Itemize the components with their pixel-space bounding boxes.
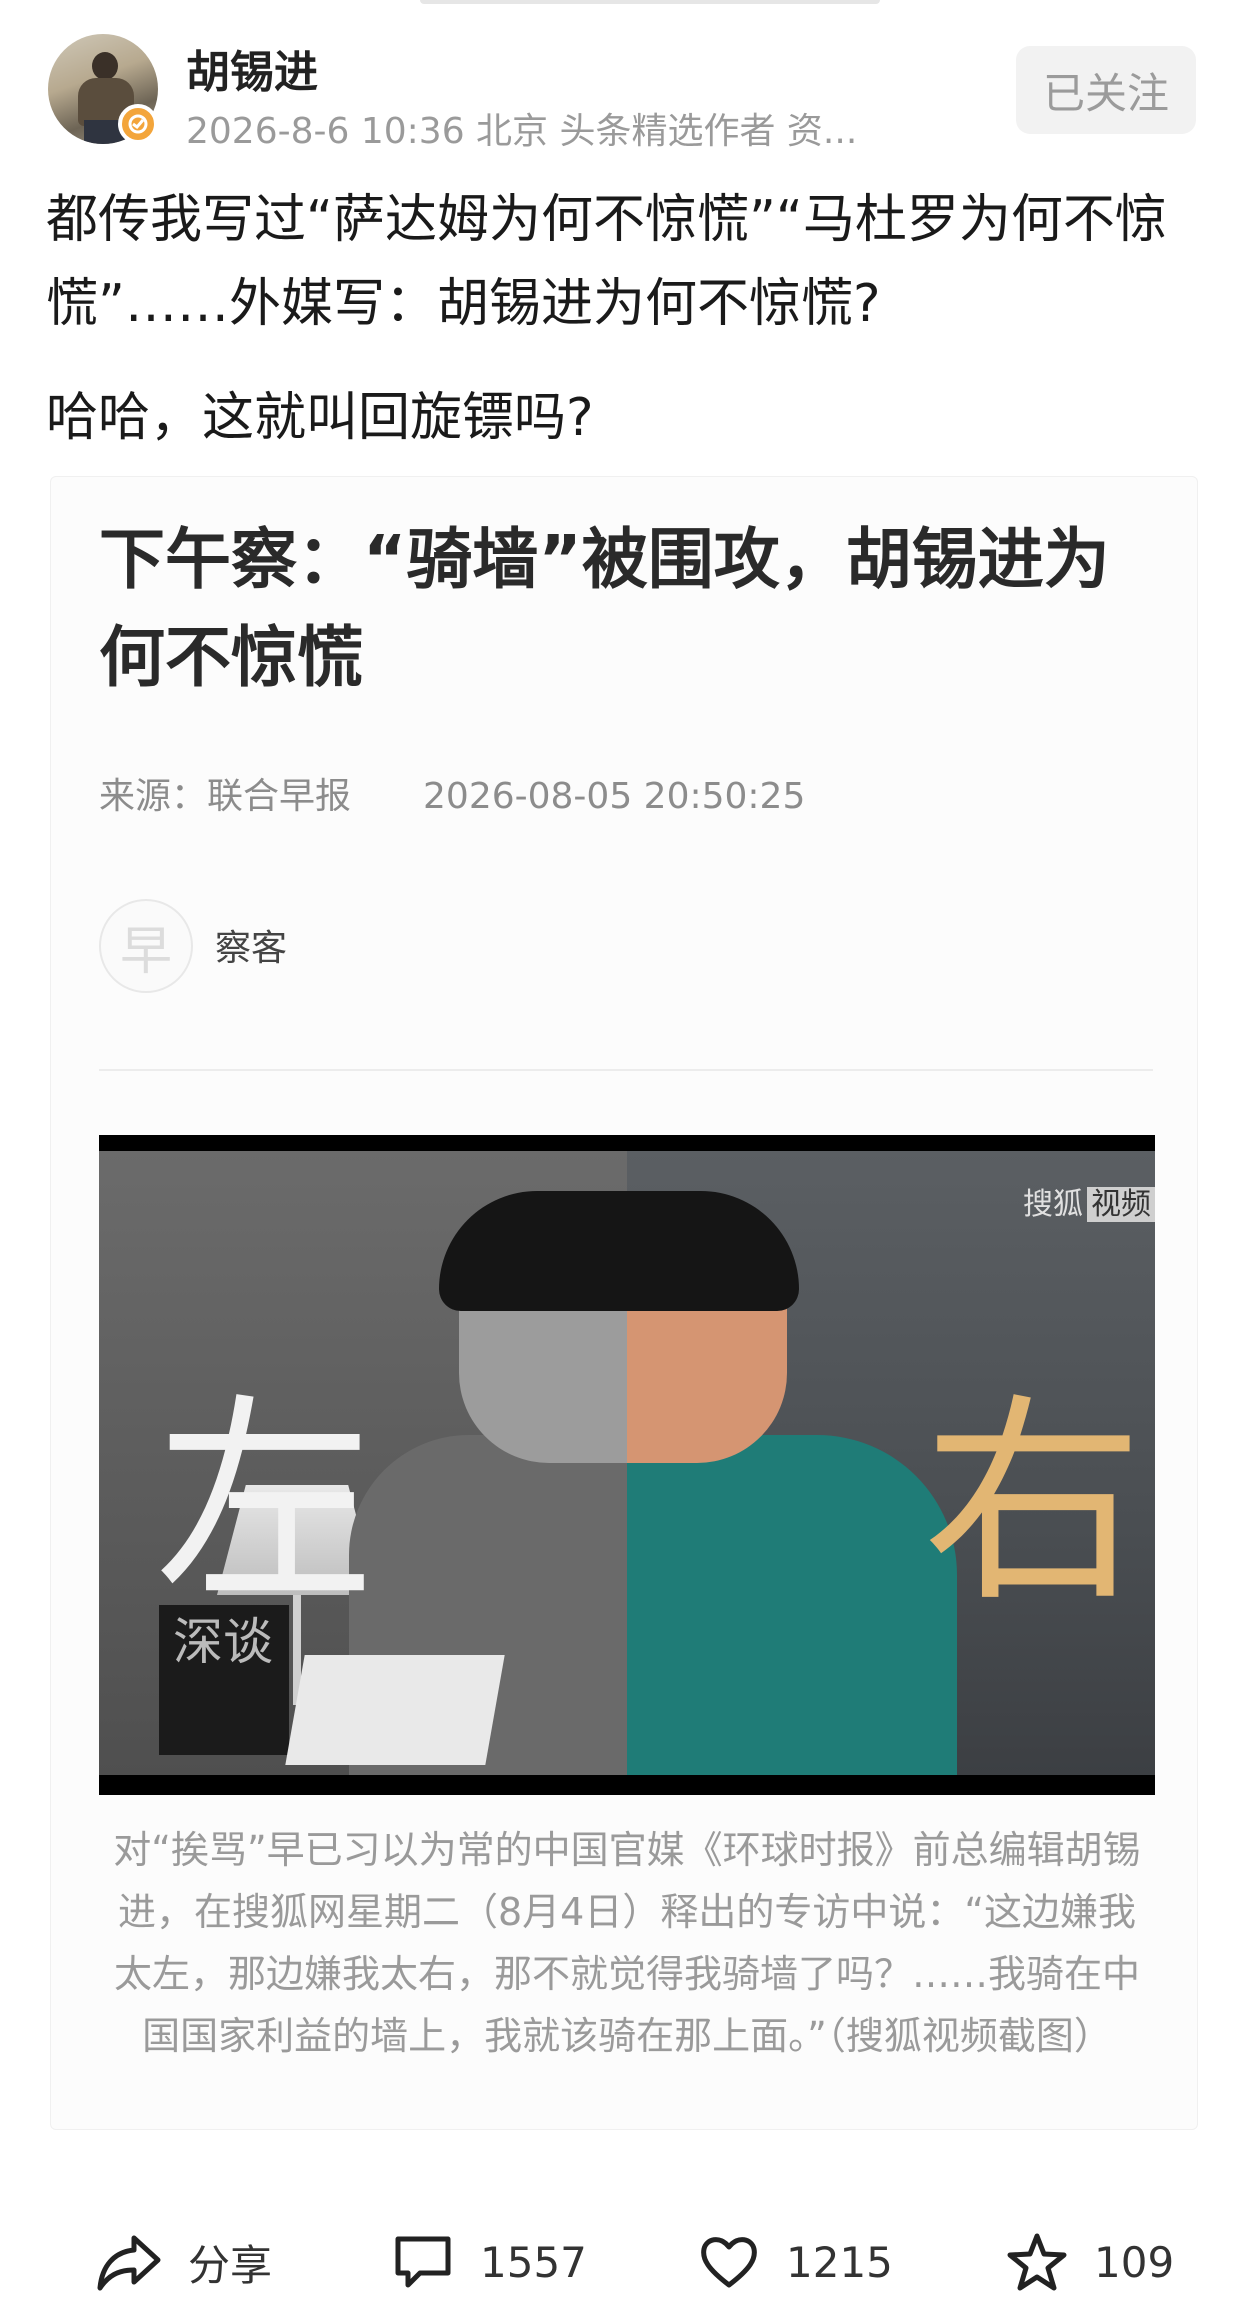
embedded-article-image[interactable]: 下午察：“骑墙”被围攻，胡锡进为何不惊慌 来源：联合早报 2026-08-05 2…: [50, 476, 1198, 2130]
post-meta: 2026-8-6 10:36 北京 头条精选作者 资...: [186, 111, 858, 152]
publisher-seal-icon: 早: [99, 899, 193, 993]
action-bar: 分享 1557 1215 109: [0, 2230, 1242, 2294]
article-meta: 来源：联合早报 2026-08-05 20:50:25: [99, 767, 805, 819]
share-label: 分享: [188, 2240, 273, 2290]
right-character: 右: [923, 1375, 1144, 1631]
left-character: 左: [155, 1375, 376, 1631]
star-icon: [1007, 2233, 1067, 2291]
follow-button[interactable]: 已关注: [1016, 46, 1196, 134]
favorite-button[interactable]: 109: [1006, 2230, 1174, 2294]
video-watermark: 搜狐 视频: [1023, 1179, 1155, 1223]
article-date: 2026-08-05 20:50:25: [423, 776, 806, 817]
comment-button[interactable]: 1557: [392, 2230, 587, 2294]
verified-badge-icon: [118, 104, 158, 144]
divider: [99, 1069, 1153, 1071]
paper-sheet: [285, 1655, 505, 1765]
like-button[interactable]: 1215: [698, 2230, 893, 2294]
article-title: 下午察：“骑墙”被围攻，胡锡进为何不惊慌: [99, 521, 1110, 696]
favorite-count: 109: [1094, 2237, 1175, 2287]
comment-icon: [395, 2236, 451, 2288]
share-button[interactable]: 分享: [96, 2230, 272, 2294]
comment-count: 1557: [480, 2237, 587, 2287]
video-screenshot: 深谈 左 右 搜狐 视频: [99, 1135, 1155, 1795]
avatar-figure-head: [92, 52, 118, 80]
heart-icon: [701, 2237, 757, 2288]
post-text: 都传我写过“萨达姆为何不惊慌”“马杜罗为何不惊慌”……外媒写：胡锡进为何不惊慌?: [46, 190, 1167, 334]
article-byline: 察客: [215, 928, 288, 969]
watermark-text: 搜狐: [1023, 1187, 1083, 1222]
top-scroll-edge: [420, 0, 880, 4]
person-body-right: [627, 1435, 957, 1775]
article-source: 来源：联合早报: [99, 776, 352, 817]
image-caption: 对“挨骂”早已习以为常的中国官媒《环球时报》前总编辑胡锡进，在搜狐网星期二（8月…: [113, 1828, 1141, 2058]
like-count: 1215: [786, 2237, 893, 2287]
watermark-boxed: 视频: [1087, 1187, 1155, 1222]
post-text-line2: 哈哈，这就叫回旋镖吗?: [46, 388, 594, 448]
person-hair: [439, 1191, 799, 1311]
share-icon: [97, 2235, 161, 2291]
author-name[interactable]: 胡锡进: [186, 36, 318, 100]
